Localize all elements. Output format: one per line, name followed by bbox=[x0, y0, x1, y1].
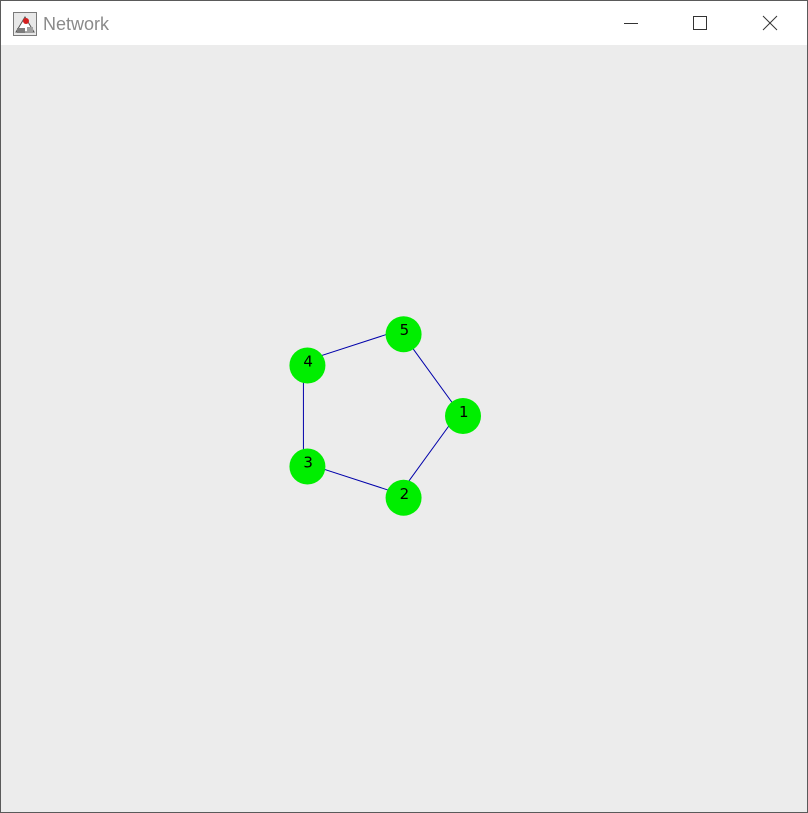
edge-layer bbox=[302, 329, 460, 495]
node-label-1: 1 bbox=[459, 403, 469, 421]
network-window: Network 1 2 3 4 5 bbox=[0, 0, 808, 813]
node-label-2: 2 bbox=[400, 485, 410, 503]
node-layer bbox=[289, 316, 481, 516]
network-canvas[interactable]: 1 2 3 4 5 bbox=[1, 45, 807, 812]
label-layer: 1 2 3 4 5 bbox=[303, 321, 468, 503]
maximize-button[interactable] bbox=[677, 1, 723, 45]
node-label-5: 5 bbox=[400, 321, 410, 339]
close-button[interactable] bbox=[747, 1, 793, 45]
node-label-4: 4 bbox=[303, 352, 313, 370]
minimize-button[interactable] bbox=[608, 1, 654, 45]
maximize-icon bbox=[693, 16, 707, 30]
java-icon[interactable] bbox=[13, 12, 37, 36]
title-bar[interactable]: Network bbox=[1, 1, 807, 45]
window-title: Network bbox=[43, 14, 110, 34]
close-icon bbox=[762, 15, 778, 31]
node-label-3: 3 bbox=[303, 454, 313, 472]
network-graph[interactable]: 1 2 3 4 5 bbox=[1, 45, 807, 812]
minimize-icon bbox=[624, 23, 638, 24]
